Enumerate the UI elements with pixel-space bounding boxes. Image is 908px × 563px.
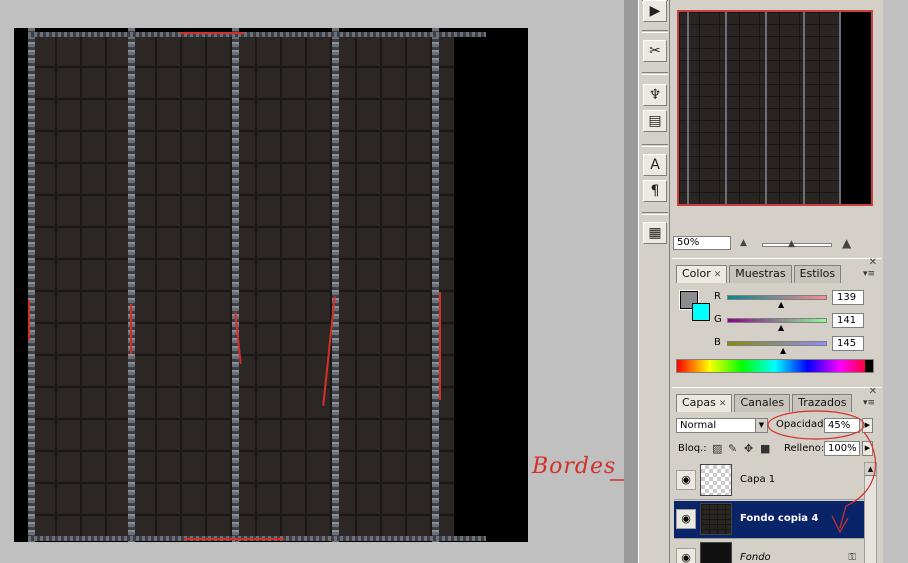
close-tab-icon[interactable]: ✕: [714, 270, 722, 280]
brick-wall-texture: [30, 34, 454, 536]
annotation-opacity-circle: [767, 410, 877, 534]
channel-g-thumb[interactable]: ▲: [778, 323, 784, 332]
color-panel-tabs: Color ✕ Muestras Estilos: [676, 265, 843, 283]
blend-mode-value: Normal: [680, 420, 717, 431]
channel-r-label: R: [714, 291, 721, 302]
text-icon[interactable]: A: [643, 154, 667, 176]
zoom-slider-thumb[interactable]: ▲: [788, 239, 795, 249]
blend-mode-select[interactable]: Normal ▼: [676, 418, 768, 433]
red-border-mark: [28, 300, 30, 340]
toolbar-separator: [642, 144, 668, 147]
texture-top-edge: [28, 32, 486, 37]
paragraph-icon[interactable]: ¶: [643, 180, 667, 202]
channel-g-label: G: [714, 314, 722, 325]
texture-seam: [332, 28, 339, 542]
toolbar-separator: [642, 30, 668, 33]
layers-panel: ✕ Capas ✕ Canales Trazados ▾≡ Normal ▼ Op…: [672, 387, 881, 563]
texture-seam: [28, 28, 35, 542]
eye-icon[interactable]: ◉: [676, 470, 696, 490]
spectrum-black[interactable]: [865, 360, 873, 372]
channel-b-label: B: [714, 337, 721, 348]
lock-position-icon[interactable]: ✥: [744, 442, 753, 455]
layer-thumbnail: [700, 464, 732, 496]
brush-tools-icon[interactable]: ✂: [643, 40, 667, 62]
channel-r-input[interactable]: 139: [832, 290, 864, 305]
channel-r-slider[interactable]: [727, 295, 827, 300]
panel-menu-icon[interactable]: ▾≡: [863, 398, 875, 408]
channel-g-slider[interactable]: [727, 318, 827, 323]
channel-r-thumb[interactable]: ▲: [778, 300, 784, 309]
red-border-mark: [184, 538, 284, 540]
zoom-in-icon[interactable]: ▲: [842, 236, 851, 250]
color-panel: ✕ Color ✕ Muestras Estilos ▾≡ R ▲ 139 G ▲…: [672, 257, 881, 384]
red-border-mark: [439, 292, 441, 400]
zoom-out-icon[interactable]: ▲: [740, 238, 747, 248]
close-tab-icon[interactable]: ✕: [719, 399, 727, 409]
close-icon[interactable]: ✕: [869, 257, 877, 268]
play-icon[interactable]: ▶: [643, 0, 667, 22]
document-canvas-area[interactable]: Bordes: [0, 0, 662, 563]
tab-color[interactable]: Color ✕: [676, 265, 728, 283]
zoom-input[interactable]: 50%: [673, 236, 731, 250]
channel-b-thumb[interactable]: ▲: [780, 346, 786, 355]
toolbar-separator: [642, 212, 668, 215]
texture-seam: [128, 28, 135, 542]
layer-thumbnail: [700, 503, 732, 535]
right-edge: [883, 0, 908, 563]
nav-seam: [839, 12, 841, 204]
channel-g-input[interactable]: 141: [832, 313, 864, 328]
color-spectrum-bar[interactable]: [676, 359, 874, 373]
notes-icon[interactable]: ▦: [643, 222, 667, 244]
pattern-icon[interactable]: ▤: [643, 110, 667, 132]
annotation-bordes: Bordes: [532, 454, 617, 479]
channel-b-slider[interactable]: [727, 341, 827, 346]
lock-transparency-icon[interactable]: ▨: [712, 442, 722, 455]
zoom-slider[interactable]: [762, 243, 832, 247]
canvas-scroll-strip[interactable]: [624, 0, 638, 563]
layer-thumbnail: [700, 542, 732, 563]
red-border-mark: [180, 32, 244, 34]
right-panels: 50% ▲ ▲ ▲ ✕ Color ✕ Muestras Estilos ▾≡ R…: [670, 0, 883, 563]
lock-pixels-icon[interactable]: ✎: [728, 442, 737, 455]
nav-seam: [687, 12, 689, 204]
background-color-swatch[interactable]: [692, 303, 710, 321]
texture-seam: [232, 28, 239, 542]
toolbar-separator: [642, 72, 668, 75]
navigator-thumbnail: [679, 12, 841, 204]
red-border-mark: [130, 304, 132, 354]
eye-icon[interactable]: ◉: [676, 509, 696, 529]
panel-dock-toolbar: ▶ ✂ ♆ ▤ A ¶ ▦: [638, 0, 670, 563]
tab-capas[interactable]: Capas ✕: [676, 394, 733, 412]
document-image[interactable]: [14, 28, 528, 542]
panel-menu-icon[interactable]: ▾≡: [863, 269, 875, 279]
tab-estilos[interactable]: Estilos: [793, 265, 842, 283]
navigator-preview[interactable]: [677, 10, 873, 206]
nav-seam: [725, 12, 727, 204]
nav-seam: [765, 12, 767, 204]
lock-label: Bloq.:: [678, 443, 707, 454]
tab-muestras[interactable]: Muestras: [729, 265, 792, 283]
texture-seam: [432, 28, 439, 542]
close-icon[interactable]: ✕: [869, 388, 877, 397]
nav-seam: [803, 12, 805, 204]
channel-b-input[interactable]: 145: [832, 336, 864, 351]
eye-icon[interactable]: ◉: [676, 548, 696, 563]
clone-stamp-icon[interactable]: ♆: [643, 84, 667, 106]
